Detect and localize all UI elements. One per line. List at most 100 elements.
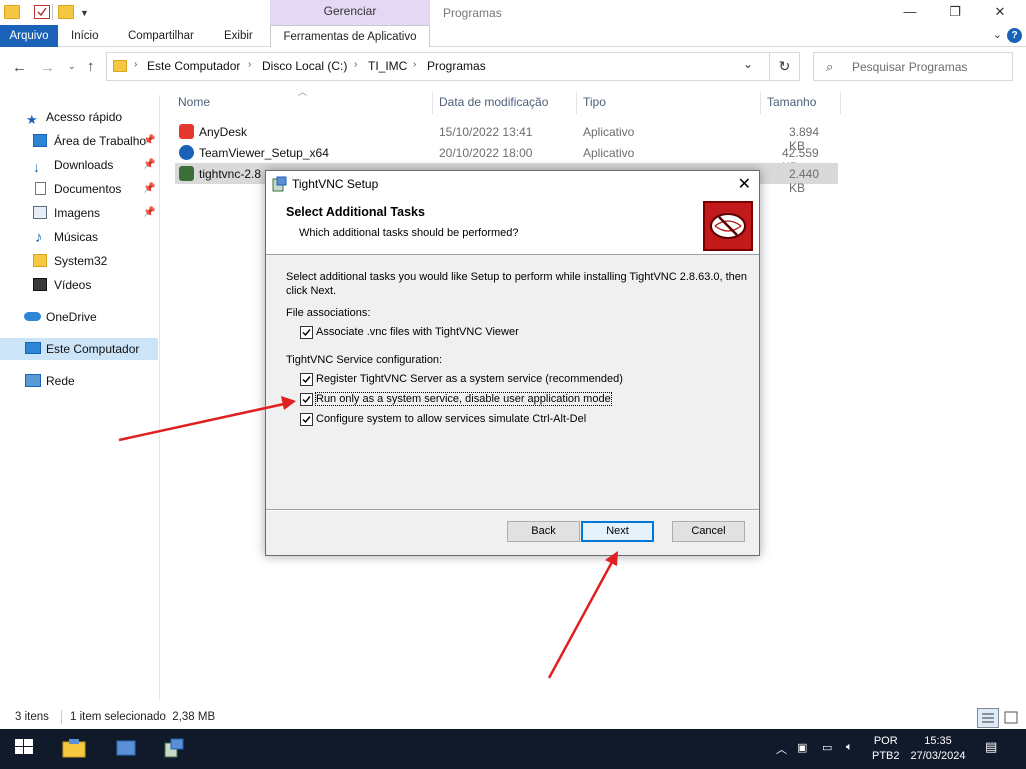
- server-manager-icon[interactable]: [114, 737, 138, 761]
- address-bar[interactable]: › Este Computador › Disco Local (C:) › T…: [106, 52, 770, 81]
- search-box[interactable]: ⌕ Pesquisar Programas: [813, 52, 1013, 81]
- pin-icon[interactable]: 📌: [143, 154, 155, 176]
- breadcrumb-este-computador[interactable]: Este Computador: [147, 59, 240, 73]
- sidebar-item-este-computador[interactable]: Este Computador: [0, 338, 158, 360]
- pin-icon[interactable]: 📌: [143, 202, 155, 224]
- toolbar-separator: [52, 4, 53, 20]
- column-header-tamanho[interactable]: Tamanho: [767, 95, 816, 117]
- sidebar-item-area-de-trabalho[interactable]: Área de Trabalho 📌: [0, 130, 158, 152]
- sidebar-item-rede[interactable]: Rede: [0, 370, 158, 392]
- tightvnc-logo-icon: [703, 201, 753, 251]
- action-center-icon[interactable]: ▤: [985, 739, 997, 755]
- image-icon: [33, 206, 47, 219]
- breadcrumb-separator[interactable]: ›: [354, 59, 357, 70]
- pin-icon[interactable]: 📌: [143, 178, 155, 200]
- file-name: TeamViewer_Setup_x64: [199, 146, 329, 160]
- close-icon[interactable]: ✕: [738, 174, 751, 194]
- volume-icon[interactable]: 🔈︎: [846, 741, 853, 754]
- sidebar-item-onedrive[interactable]: OneDrive: [0, 306, 158, 328]
- next-button[interactable]: Next: [581, 521, 654, 542]
- column-divider[interactable]: [576, 92, 577, 114]
- checkbox[interactable]: [300, 393, 313, 406]
- back-button[interactable]: Back: [507, 521, 580, 542]
- column-divider[interactable]: [760, 92, 761, 114]
- input-language[interactable]: POR PTB2: [872, 734, 900, 764]
- column-header-tipo[interactable]: Tipo: [583, 95, 606, 117]
- teamviewer-icon: [179, 145, 194, 160]
- tab-ferramentas-de-aplicativo[interactable]: Ferramentas de Aplicativo: [270, 25, 430, 47]
- column-divider[interactable]: [840, 92, 841, 114]
- document-icon: [35, 182, 46, 195]
- breadcrumb-separator[interactable]: ›: [134, 59, 137, 70]
- show-hidden-icons-icon[interactable]: ︿: [776, 741, 787, 757]
- breadcrumb-ti-imc[interactable]: TI_IMC: [368, 59, 407, 73]
- breadcrumb-disco-local[interactable]: Disco Local (C:): [262, 59, 347, 73]
- minimize-button[interactable]: —: [895, 3, 925, 21]
- file-row-teamviewer[interactable]: TeamViewer_Setup_x64 20/10/2022 18:00 Ap…: [175, 142, 838, 174]
- sidebar-item-videos[interactable]: Vídeos: [0, 274, 158, 296]
- sidebar-item-downloads[interactable]: ↓ Downloads 📌: [0, 154, 158, 176]
- large-icons-view-icon: [1004, 711, 1018, 724]
- new-folder-icon[interactable]: [58, 5, 74, 19]
- close-button[interactable]: ✕: [985, 3, 1015, 21]
- help-button[interactable]: ?: [1007, 28, 1022, 43]
- tab-compartilhar[interactable]: Compartilhar: [120, 25, 202, 47]
- search-placeholder[interactable]: Pesquisar Programas: [852, 60, 967, 74]
- sort-ascending-icon: ︿: [298, 87, 308, 97]
- checkbox-label[interactable]: Register TightVNC Server as a system ser…: [316, 373, 623, 385]
- forward-arrow-icon[interactable]: →: [40, 59, 55, 76]
- tab-inicio[interactable]: Início: [63, 25, 107, 47]
- recent-locations-icon[interactable]: ⌄: [68, 61, 76, 72]
- breadcrumb-separator[interactable]: ›: [413, 59, 416, 70]
- expand-ribbon-icon[interactable]: ⌄: [993, 28, 1002, 41]
- sidebar-item-label: Vídeos: [54, 278, 92, 292]
- checkbox-label[interactable]: Run only as a system service, disable us…: [315, 392, 612, 406]
- pin-icon[interactable]: 📌: [143, 130, 155, 152]
- column-header-nome[interactable]: Nome: [178, 95, 210, 117]
- sidebar-item-musicas[interactable]: ♪ Músicas: [0, 226, 158, 248]
- file-date: 20/10/2022 18:00: [439, 146, 533, 160]
- breadcrumb-programas[interactable]: Programas: [427, 59, 486, 73]
- tab-exibir[interactable]: Exibir: [216, 25, 261, 47]
- notification-app-icon[interactable]: ▣: [797, 741, 807, 754]
- cancel-button[interactable]: Cancel: [672, 521, 745, 542]
- file-row-anydesk[interactable]: AnyDesk 15/10/2022 13:41 Aplicativo 3.89…: [175, 121, 838, 153]
- folder-icon: [33, 254, 47, 267]
- address-dropdown-icon[interactable]: ⌄: [743, 57, 753, 71]
- windows-start-icon[interactable]: [14, 737, 38, 761]
- checkbox[interactable]: [300, 413, 313, 426]
- file-explorer-icon[interactable]: [62, 737, 86, 761]
- context-tab-gerenciar[interactable]: Gerenciar: [270, 0, 430, 25]
- breadcrumb-separator[interactable]: ›: [248, 59, 251, 70]
- sidebar-item-documentos[interactable]: Documentos 📌: [0, 178, 158, 200]
- checkbox[interactable]: [300, 373, 313, 386]
- back-arrow-icon[interactable]: ←: [12, 59, 27, 76]
- keyboard-layout: PTB2: [872, 750, 900, 762]
- properties-icon[interactable]: [34, 5, 50, 19]
- column-divider[interactable]: [432, 92, 433, 114]
- sidebar-item-acesso-rapido[interactable]: ★ Acesso rápido: [0, 106, 158, 128]
- details-view-icon: [982, 713, 994, 723]
- window-titlebar: ▼ Gerenciar Programas — ❐ ✕: [0, 0, 1026, 25]
- checkbox-label[interactable]: Associate .vnc files with TightVNC Viewe…: [316, 326, 519, 338]
- up-arrow-icon[interactable]: ↑: [87, 58, 95, 75]
- maximize-button[interactable]: ❐: [940, 3, 970, 21]
- sidebar-item-system32[interactable]: System32: [0, 250, 158, 272]
- tightvnc-setup-taskbar-icon[interactable]: [162, 737, 186, 761]
- checkbox[interactable]: [300, 326, 313, 339]
- sidebar-item-label: Acesso rápido: [46, 110, 123, 124]
- tab-arquivo[interactable]: Arquivo: [0, 25, 58, 47]
- quick-access-dropdown-icon[interactable]: ▼: [80, 8, 89, 18]
- details-view-button[interactable]: [977, 708, 999, 728]
- language-code: POR: [873, 735, 898, 747]
- clock[interactable]: 15:35 27/03/2024: [905, 734, 971, 764]
- large-icons-view-button[interactable]: [1000, 708, 1022, 728]
- sidebar-item-imagens[interactable]: Imagens 📌: [0, 202, 158, 224]
- folder-icon[interactable]: [4, 5, 20, 19]
- ribbon-tabs: Arquivo Início Compartilhar Exibir Ferra…: [0, 25, 1026, 47]
- checkbox-label[interactable]: Configure system to allow services simul…: [316, 413, 586, 425]
- network-status-icon[interactable]: ▭: [822, 741, 832, 754]
- dialog-intro: Select additional tasks you would like S…: [286, 271, 748, 297]
- refresh-button[interactable]: ↻: [770, 52, 800, 81]
- column-header-data[interactable]: Data de modificação: [439, 95, 548, 117]
